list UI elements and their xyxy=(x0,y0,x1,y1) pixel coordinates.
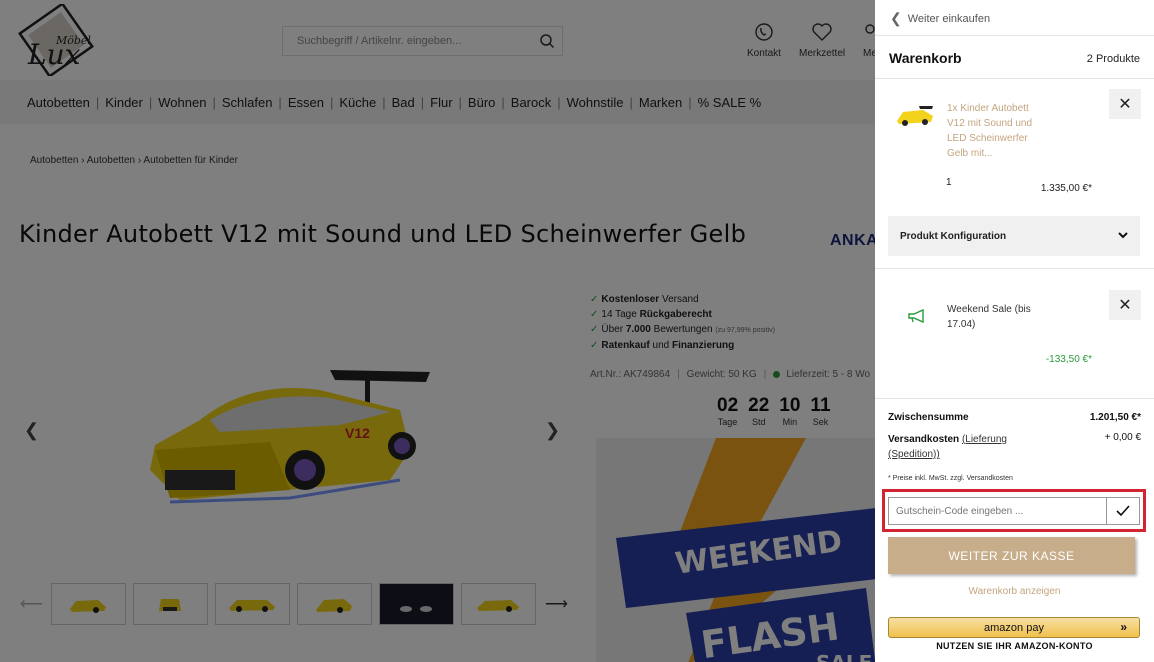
price-note: * Preise inkl. MwSt. zzgl. Versandkosten xyxy=(888,475,1013,482)
close-icon: ✕ xyxy=(1118,96,1132,113)
remove-item-button[interactable]: ✕ xyxy=(1109,89,1141,119)
cart-item-image[interactable] xyxy=(895,103,935,127)
cart-drawer: ❮ Weiter einkaufen Warenkorb 2 Produkte … xyxy=(875,0,1154,662)
divider xyxy=(875,78,1154,79)
subtotal-row: Zwischensumme 1.201,50 €* xyxy=(888,412,1141,423)
amazon-pay-label: amazon pay xyxy=(984,621,1044,634)
divider xyxy=(875,35,1154,36)
amazon-pay-button[interactable]: amazon pay » xyxy=(888,617,1140,638)
coupon-input[interactable] xyxy=(889,498,1106,524)
view-cart-link[interactable]: Warenkorb anzeigen xyxy=(875,586,1154,597)
subtotal-label: Zwischensumme xyxy=(888,412,969,423)
checkout-button[interactable]: WEITER ZUR KASSE xyxy=(888,537,1135,574)
megaphone-icon xyxy=(908,308,924,324)
checkmark-icon xyxy=(1116,505,1130,517)
continue-shopping-link[interactable]: ❮ Weiter einkaufen xyxy=(890,10,990,27)
promo-discount: -133,50 €* xyxy=(1045,354,1092,365)
coupon-submit-button[interactable] xyxy=(1106,498,1139,524)
subtotal-value: 1.201,50 €* xyxy=(1089,412,1141,423)
amazon-pay-subtitle: NUTZEN SIE IHR AMAZON-KONTO xyxy=(936,641,1093,651)
divider xyxy=(875,268,1154,269)
chevron-down-icon xyxy=(1118,231,1128,242)
cart-item-name[interactable]: 1x Kinder Autobett V12 mit Sound und LED… xyxy=(947,101,1047,161)
product-config-label: Produkt Konfiguration xyxy=(900,230,1007,242)
cart-item-qty: 1 xyxy=(946,177,952,188)
shipping-label: Versandkosten xyxy=(888,434,960,445)
close-icon: ✕ xyxy=(1118,297,1132,314)
cart-item-price: 1.335,00 €* xyxy=(1040,183,1092,194)
chevron-left-icon: ❮ xyxy=(890,10,902,26)
continue-shopping-label: Weiter einkaufen xyxy=(907,12,991,25)
promo-name: Weekend Sale (bis 17.04) xyxy=(947,304,1031,330)
cart-count: 2 Produkte xyxy=(1086,53,1140,65)
double-chevron-right-icon: » xyxy=(1120,620,1127,634)
product-config-toggle[interactable]: Produkt Konfiguration xyxy=(888,216,1140,256)
page-overlay[interactable] xyxy=(0,0,875,662)
remove-promo-button[interactable]: ✕ xyxy=(1109,290,1141,320)
coupon-form xyxy=(888,497,1140,525)
cart-title: Warenkorb xyxy=(889,50,962,66)
shipping-value: + 0,00 € xyxy=(1104,432,1141,443)
divider xyxy=(875,398,1154,399)
shipping-row: Versandkosten (Lieferung (Spedition)) + … xyxy=(888,432,1141,462)
